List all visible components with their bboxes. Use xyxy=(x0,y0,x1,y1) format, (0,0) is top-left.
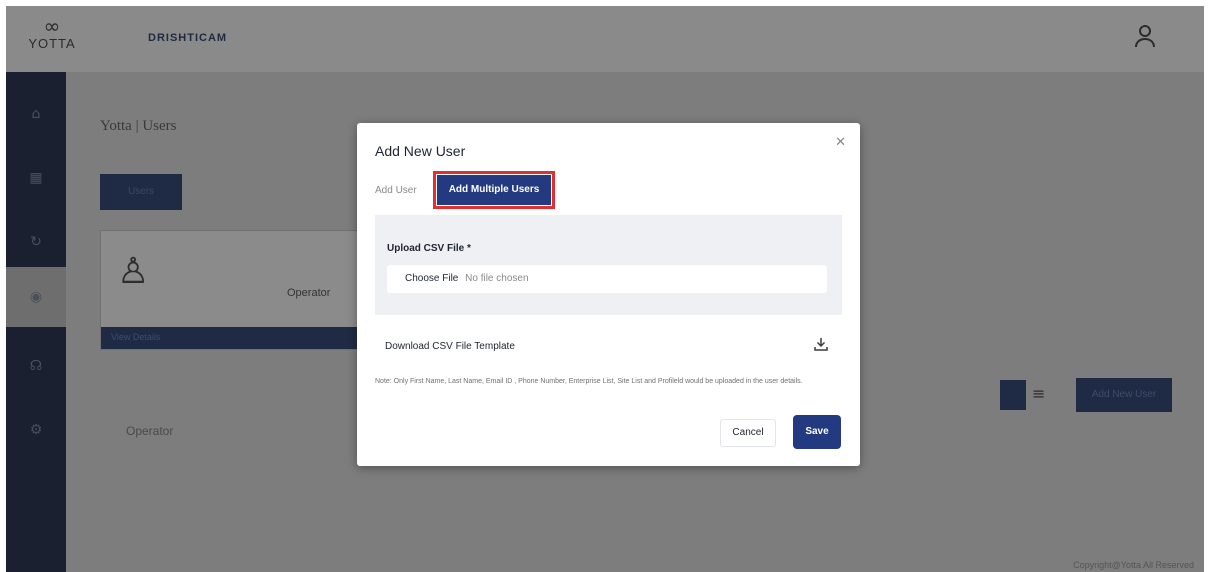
close-icon[interactable]: ✕ xyxy=(835,135,846,150)
logo-icon: ∞ xyxy=(43,14,61,38)
file-input[interactable]: Choose File No file chosen xyxy=(387,265,827,293)
logo-text: YOTTA xyxy=(28,36,76,51)
no-file-text: No file chosen xyxy=(465,273,529,284)
csv-note: Note: Only First Name, Last Name, Email … xyxy=(375,378,803,385)
tab-add-user[interactable]: Add User xyxy=(375,177,435,205)
settings-icon[interactable]: ⚙ xyxy=(24,418,48,442)
download-template-label: Download CSV File Template xyxy=(385,341,515,352)
user-card[interactable]: ♙ Operator View Details xyxy=(100,230,360,350)
download-icon[interactable] xyxy=(814,337,828,355)
users-button[interactable]: Users xyxy=(100,174,182,210)
tab-add-multiple-users-highlight: Add Multiple Users xyxy=(433,171,555,209)
operator-tab[interactable]: Operator xyxy=(126,424,173,438)
save-button[interactable]: Save xyxy=(793,415,841,449)
download-template-row[interactable]: Download CSV File Template xyxy=(375,333,842,363)
home-icon[interactable]: ⌂ xyxy=(24,102,48,126)
tab-add-multiple-users[interactable]: Add Multiple Users xyxy=(437,175,551,205)
brand-name: DRISHTICAM xyxy=(148,32,228,44)
card-role: Operator xyxy=(287,287,331,299)
sidebar: ⌂ ▦ ↻ ◉ ☊ ⚙ xyxy=(6,72,66,572)
cancel-button[interactable]: Cancel xyxy=(720,419,776,447)
top-bar: ∞ YOTTA DRISHTICAM xyxy=(6,6,1204,72)
add-new-user-button[interactable]: Add New User xyxy=(1076,378,1172,412)
list-view-icon[interactable]: ≡ xyxy=(1032,384,1045,403)
view-details-link[interactable]: View Details xyxy=(101,327,359,349)
upload-panel: Upload CSV File * Choose File No file ch… xyxy=(375,215,842,315)
page-title: Yotta | Users xyxy=(100,118,177,134)
users-icon[interactable]: ◉ xyxy=(24,285,48,309)
logo: ∞ YOTTA xyxy=(20,16,84,62)
add-user-modal: Add New User ✕ Add User Add Multiple Use… xyxy=(357,123,860,466)
support-icon[interactable]: ☊ xyxy=(24,354,48,378)
footer-copyright: Copyright@Yotta All Reserved xyxy=(1073,560,1194,570)
building-icon[interactable]: ▦ xyxy=(24,166,48,190)
user-icon[interactable] xyxy=(1134,24,1160,50)
history-icon[interactable]: ↻ xyxy=(24,230,48,254)
grid-view-icon[interactable] xyxy=(1000,380,1026,410)
operator-avatar-icon: ♙ xyxy=(117,251,150,292)
upload-csv-label: Upload CSV File * xyxy=(387,243,471,254)
choose-file-button[interactable]: Choose File xyxy=(405,273,458,284)
modal-title: Add New User xyxy=(375,143,466,159)
